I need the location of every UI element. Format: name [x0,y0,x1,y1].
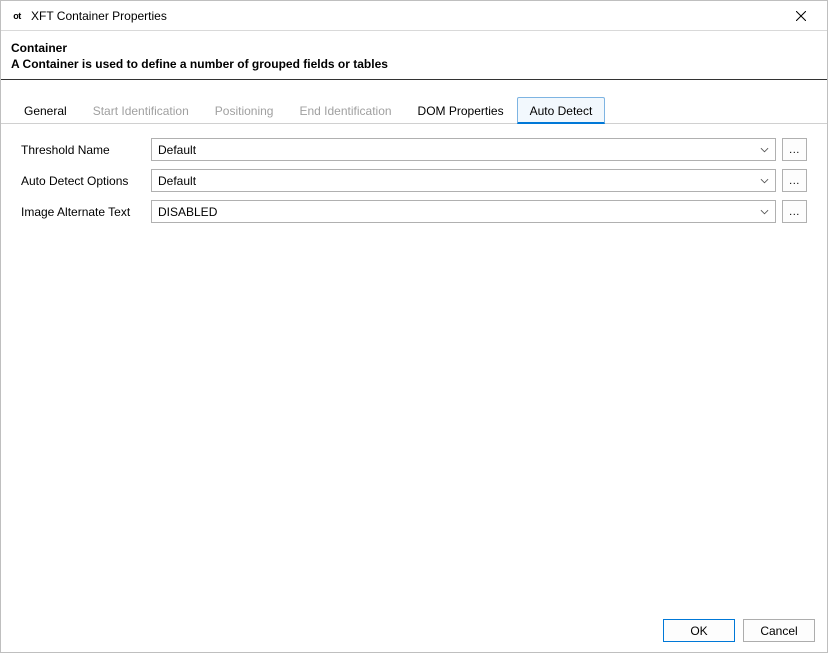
footer: OK Cancel [1,611,827,652]
label-threshold: Threshold Name [21,143,151,157]
tab-positioning[interactable]: Positioning [202,97,287,124]
app-icon: ot [9,8,25,24]
header-heading: Container [11,41,817,55]
combo-threshold-value: Default [158,143,757,157]
row-alt-text: Image Alternate Text DISABLED ... [21,200,807,223]
tab-auto-detect[interactable]: Auto Detect [517,97,606,124]
dialog-window: ot XFT Container Properties Container A … [0,0,828,653]
browse-options-button[interactable]: ... [782,169,807,192]
close-button[interactable] [781,2,821,30]
header-block: Container A Container is used to define … [1,31,827,80]
combo-options[interactable]: Default [151,169,776,192]
browse-threshold-button[interactable]: ... [782,138,807,161]
combo-alt-text[interactable]: DISABLED [151,200,776,223]
tab-general[interactable]: General [11,97,80,124]
label-alt-text: Image Alternate Text [21,205,151,219]
tab-dom-properties[interactable]: DOM Properties [405,97,517,124]
label-options: Auto Detect Options [21,174,151,188]
tab-bar: General Start Identification Positioning… [1,94,827,124]
row-threshold: Threshold Name Default ... [21,138,807,161]
cancel-button[interactable]: Cancel [743,619,815,642]
row-options: Auto Detect Options Default ... [21,169,807,192]
close-icon [796,11,806,21]
window-title: XFT Container Properties [31,9,781,23]
titlebar: ot XFT Container Properties [1,1,827,31]
ok-button[interactable]: OK [663,619,735,642]
tab-end-identification[interactable]: End Identification [286,97,404,124]
browse-alt-text-button[interactable]: ... [782,200,807,223]
chevron-down-icon [757,205,771,219]
chevron-down-icon [757,143,771,157]
header-description: A Container is used to define a number o… [11,57,817,71]
combo-options-value: Default [158,174,757,188]
combo-alt-text-value: DISABLED [158,205,757,219]
form-panel: Threshold Name Default ... Auto Detect O… [1,124,827,611]
chevron-down-icon [757,174,771,188]
tab-start-identification[interactable]: Start Identification [80,97,202,124]
combo-threshold[interactable]: Default [151,138,776,161]
